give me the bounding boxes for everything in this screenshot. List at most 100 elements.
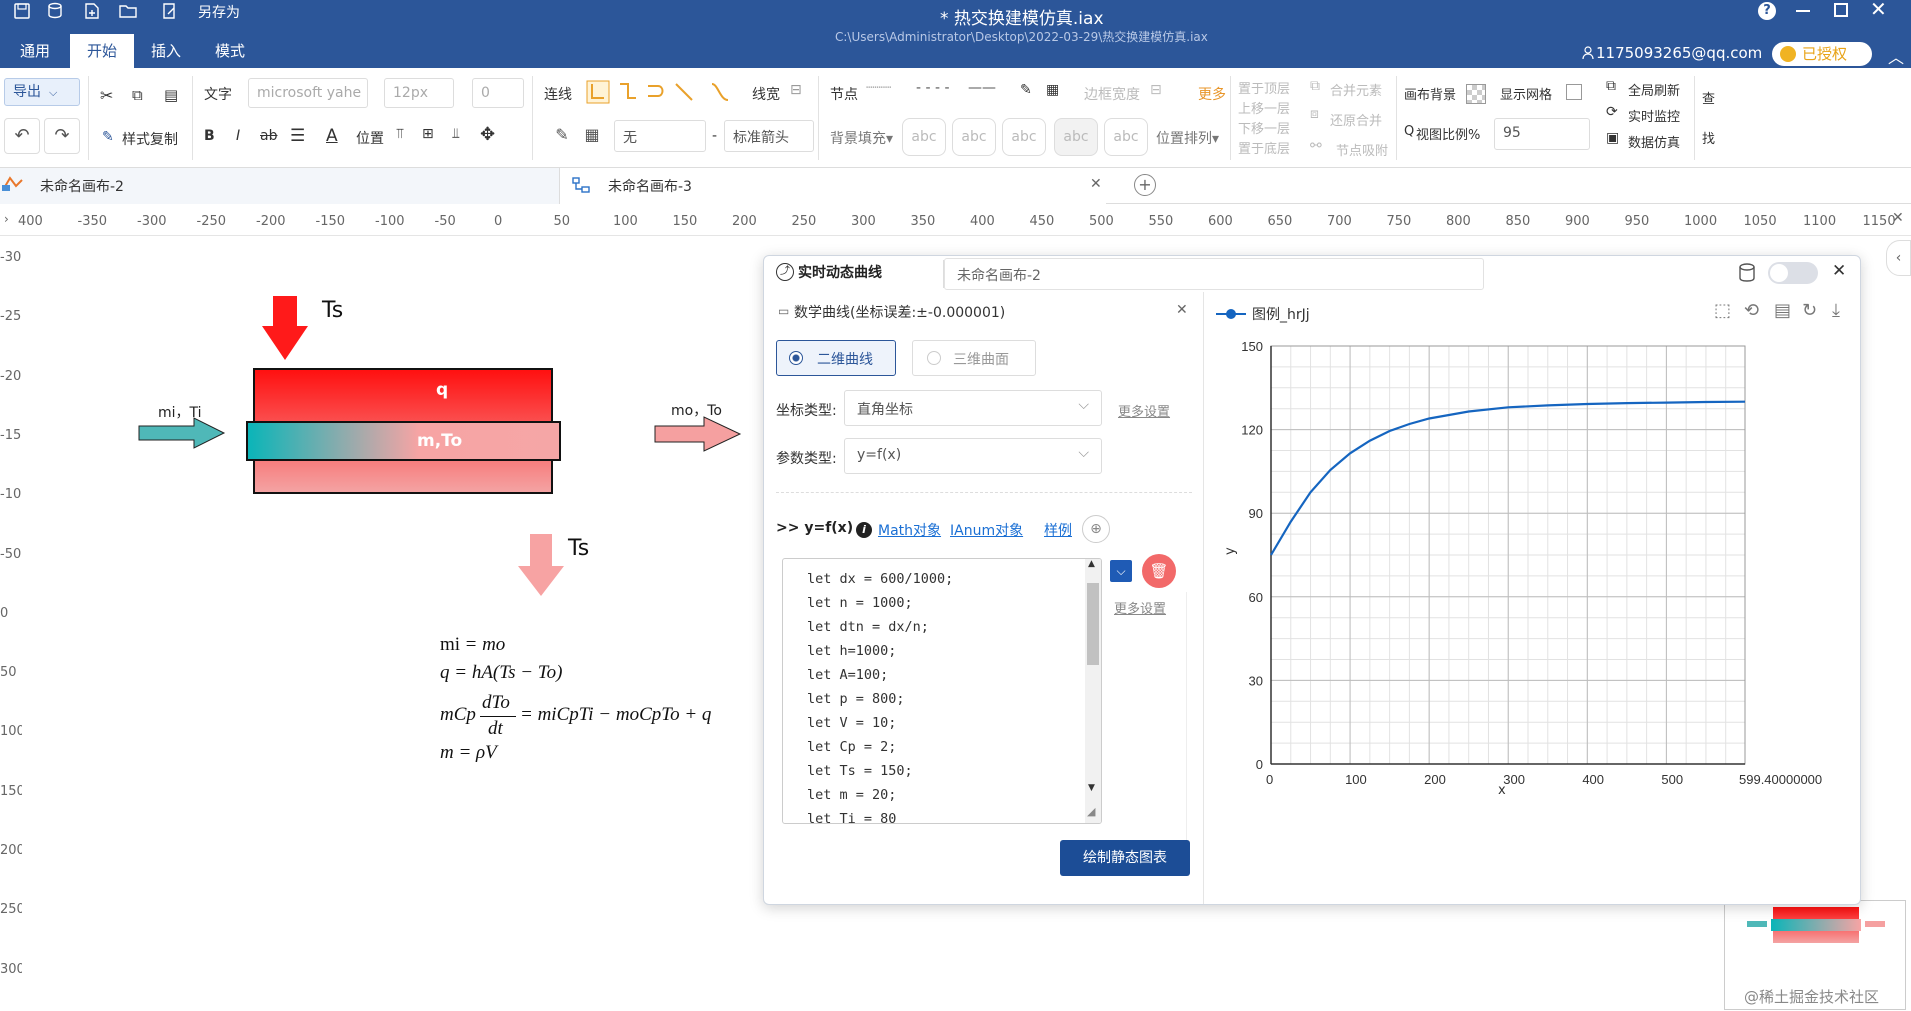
bg-fill-dropdown[interactable]: 背景填充▾	[830, 128, 893, 148]
minimize-icon[interactable]	[1796, 10, 1810, 12]
curve-chart[interactable]: 0 100 200 300 400 500 599.40000000 0 30 60 90 120 15…	[1204, 332, 1860, 892]
license-badge[interactable]: 已授权	[1772, 42, 1872, 66]
copy-icon[interactable]: ⧉	[132, 86, 143, 104]
data-sim-button[interactable]: 数据仿真	[1628, 132, 1680, 151]
zoom-reset-icon[interactable]: ⟲	[1744, 300, 1759, 321]
sample-link[interactable]: 样例	[1044, 520, 1072, 540]
fill-pattern-button[interactable]: ▦	[578, 118, 606, 154]
dotted-line-icon[interactable]: ┈┈┈	[866, 80, 891, 96]
fluid-pipe[interactable]	[246, 421, 561, 461]
undo-button[interactable]: ↶	[4, 118, 40, 154]
solid-line-icon[interactable]: ——	[968, 80, 996, 96]
panel-tab-canvas[interactable]: 未命名画布-2	[944, 258, 1484, 290]
add-tab-icon[interactable]: +	[1134, 174, 1156, 196]
style-preset-1[interactable]: abc	[902, 118, 946, 156]
help-icon[interactable]: ?	[1758, 2, 1776, 20]
up-one-button[interactable]: 上移一层	[1238, 98, 1290, 117]
border-pattern-icon[interactable]: ▦	[1046, 82, 1059, 98]
database-sync-icon[interactable]	[1738, 262, 1758, 284]
font-color-icon[interactable]: A	[326, 126, 338, 146]
font-size-select[interactable]: 12px	[384, 78, 454, 108]
side-collapse-tab[interactable]: ‹	[1886, 240, 1911, 276]
code-more-settings[interactable]: 更多设置	[1114, 598, 1166, 617]
heat-input-arrow[interactable]	[260, 296, 310, 362]
line-width-icon[interactable]: ⊟	[790, 82, 802, 98]
find-button-bottom[interactable]: 找	[1702, 128, 1715, 147]
none-select[interactable]: 无	[614, 120, 706, 152]
scroll-up-icon[interactable]: ▲	[1088, 559, 1095, 569]
restore-icon[interactable]	[1834, 3, 1848, 17]
draw-static-chart-button[interactable]: 绘制静态图表	[1060, 840, 1190, 876]
legend-marker[interactable]	[1216, 307, 1246, 321]
arrow-select[interactable]: 标准箭头	[724, 120, 814, 152]
close-tab-icon[interactable]: ✕	[1090, 176, 1102, 192]
move-icon[interactable]: ✥	[480, 124, 495, 145]
align-icon[interactable]: ☰	[290, 126, 305, 146]
ianum-link[interactable]: IAnum对象	[950, 520, 1023, 540]
border-width-icon[interactable]: ⊟	[1150, 82, 1162, 98]
new-file-icon[interactable]	[82, 2, 102, 20]
save-icon[interactable]	[12, 2, 32, 20]
code-editor[interactable]: // ...... let dx = 600/1000; let n = 100…	[782, 558, 1102, 824]
database-icon[interactable]	[46, 2, 66, 20]
to-bottom-button[interactable]: 置于底层	[1238, 138, 1290, 157]
to-top-button[interactable]: 置于顶层	[1238, 78, 1290, 97]
style-copy-button[interactable]: 样式复制	[122, 129, 178, 149]
open-folder-icon[interactable]	[118, 2, 140, 20]
unmerge-button[interactable]: 还原合并	[1330, 110, 1382, 129]
editor-scrollbar[interactable]: ▲ ▼ ◢	[1085, 559, 1101, 823]
download-icon[interactable]: ⤓	[1832, 300, 1840, 321]
canvas-bg-swatch[interactable]	[1466, 84, 1486, 104]
zero-select[interactable]: 0	[472, 78, 524, 108]
realtime-toggle[interactable]	[1768, 262, 1818, 284]
style-preset-2[interactable]: abc	[952, 118, 996, 156]
bold-icon[interactable]: B	[204, 128, 215, 144]
show-grid-checkbox[interactable]	[1566, 84, 1582, 100]
doc-tab-canvas-2[interactable]: 未命名画布-2	[0, 168, 560, 204]
down-one-button[interactable]: 下移一层	[1238, 118, 1290, 137]
legend-label[interactable]: 图例_hrJj	[1252, 304, 1310, 324]
user-email[interactable]: 1175093265@qq.com	[1596, 44, 1762, 62]
collapse-chevron-icon[interactable]: ︿	[1888, 44, 1904, 68]
coord-type-select[interactable]: 直角坐标 ⌵	[844, 390, 1102, 426]
math-link[interactable]: Math对象	[878, 520, 941, 540]
zoom-area-icon[interactable]: ⬚	[1714, 300, 1731, 321]
add-circle-icon[interactable]: ⊕	[1082, 515, 1110, 543]
param-type-select[interactable]: y=f(x) ⌵	[844, 438, 1102, 474]
dashed-line-icon[interactable]: - - - -	[916, 80, 950, 96]
strike-icon[interactable]: ab	[260, 128, 277, 144]
save-as-label[interactable]: 另存为	[198, 2, 240, 22]
radio-2d[interactable]: 二维曲线	[776, 340, 896, 376]
redo-button[interactable]: ↷	[44, 118, 80, 154]
cut-icon[interactable]: ✂	[100, 86, 113, 105]
save-as-icon[interactable]	[160, 2, 180, 20]
merge-button[interactable]: 合并元素	[1330, 80, 1382, 99]
heat-output-arrow[interactable]	[516, 534, 566, 598]
delete-code-button[interactable]: 🗑	[1142, 554, 1176, 588]
doc-tab-canvas-3[interactable]: 未命名画布-3 ✕	[560, 168, 1106, 204]
close-icon[interactable]: ✕	[1870, 0, 1887, 21]
code-toggle-button[interactable]: ⌵	[1110, 560, 1132, 582]
find-button-top[interactable]: 查	[1702, 88, 1715, 107]
ruler-close-icon[interactable]: ✕	[1892, 210, 1904, 226]
border-color-icon[interactable]: ✎	[1020, 82, 1032, 98]
italic-icon[interactable]: I	[236, 128, 240, 144]
menu-tab-general[interactable]: 通用	[0, 34, 70, 68]
menu-tab-start[interactable]: 开始	[70, 34, 134, 68]
connector-type-icons[interactable]	[586, 80, 736, 106]
style-preset-5[interactable]: abc	[1104, 118, 1148, 156]
export-dropdown[interactable]: 导出 ⌵	[4, 78, 80, 106]
snap-button[interactable]: 节点吸附	[1336, 140, 1388, 159]
data-view-icon[interactable]: ▤	[1774, 300, 1791, 321]
panel-close-icon[interactable]: ✕	[1832, 261, 1846, 281]
position-sort-dropdown[interactable]: 位置排列▾	[1156, 128, 1219, 148]
realtime-monitor-button[interactable]: 实时监控	[1628, 106, 1680, 125]
coord-more-settings[interactable]: 更多设置	[1118, 401, 1170, 420]
more-link[interactable]: 更多	[1198, 84, 1226, 104]
outlet-arrow[interactable]	[654, 416, 742, 452]
info-icon[interactable]: i	[856, 522, 872, 538]
zoom-select[interactable]: 95	[1494, 118, 1590, 150]
paste-icon[interactable]: ▤	[164, 86, 178, 104]
resize-grip-icon[interactable]: ◢	[1087, 805, 1095, 818]
scroll-thumb[interactable]	[1087, 583, 1099, 665]
